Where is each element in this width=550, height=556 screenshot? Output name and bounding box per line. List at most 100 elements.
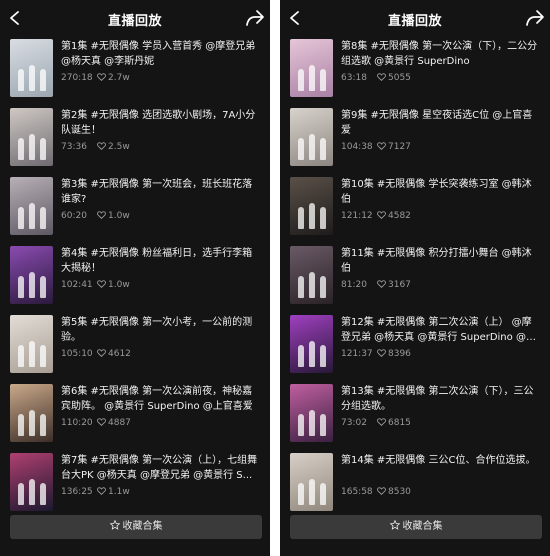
performer-figure [40,207,46,229]
episode-likes: 8396 [388,349,411,359]
performer-figure [320,414,326,436]
performer-figure [298,207,304,229]
performer-figure [309,65,315,91]
episode-thumbnail[interactable] [290,453,333,511]
episode-thumbnail[interactable] [290,246,333,304]
star-icon [389,520,400,530]
episode-meta: 102:41 1.0w [61,280,130,294]
performer-figure [320,483,326,505]
episode-meta: 121:37 8396 [341,349,411,363]
episode-thumbnail[interactable] [10,108,53,166]
collect-series-label: 收藏合集 [122,521,163,532]
performer-figure [18,483,24,505]
episode-item[interactable]: 第13集 #无限偶像 第二次公演（下），三公分组选歌。 73:02 6815 [290,384,540,442]
episode-item[interactable]: 第8集 #无限偶像 第一次公演（下），二公分组选歌 @黄景行 SuperDino… [290,39,540,97]
heart-icon [97,418,106,426]
episode-likes: 4887 [108,418,131,428]
episode-title: 第4集 #无限偶像 粉丝福利日，选手行李箱大揭秘！ [61,248,253,274]
episode-thumbnail[interactable] [10,246,53,304]
share-icon[interactable] [525,9,545,27]
page-title: 直播回放 [387,14,442,29]
episode-title: 第6集 #无限偶像 第一次公演前夜，神秘嘉宾助阵。 @黄景行 SuperDino… [61,386,253,412]
episode-duration: 270:18 [61,73,93,83]
performer-figure [298,138,304,160]
episode-duration: 165:58 [341,487,373,497]
heart-icon [97,211,106,219]
episode-meta: 73:36 2.5w [61,142,130,156]
performer-figure [309,341,315,367]
performer-figure [29,65,35,91]
collect-series-button[interactable]: 收藏合集 [290,515,542,539]
heart-icon [97,73,106,81]
episode-thumbnail[interactable] [10,39,53,97]
episode-item[interactable]: 第4集 #无限偶像 粉丝福利日，选手行李箱大揭秘！ 102:41 1.0w [10,246,260,304]
collect-series-label: 收藏合集 [402,521,443,532]
heart-icon [377,349,386,357]
episode-meta: 63:18 5055 [341,73,411,87]
episode-thumbnail[interactable] [10,384,53,442]
episode-item[interactable]: 第10集 #无限偶像 学长突袭练习室 @韩沐伯 121:12 4582 [290,177,540,235]
performer-figure [298,345,304,367]
episode-title: 第3集 #无限偶像 第一次班会，班长班花落谁家? [61,179,253,205]
episode-item[interactable]: 第14集 #无限偶像 三公C位、合作位选拔。 165:58 8530 [290,453,540,511]
episode-title: 第5集 #无限偶像 第一次小考，一公前的测验。 [61,317,253,343]
episode-thumbnail[interactable] [10,177,53,235]
episode-likes: 7127 [388,142,411,152]
heart-icon [97,142,106,150]
performer-figure [40,414,46,436]
performer-figure [18,69,24,91]
episode-meta: 110:20 4887 [61,418,131,432]
heart-icon [377,487,386,495]
header: 直播回放 [0,0,270,36]
episode-thumbnail[interactable] [290,108,333,166]
episode-item[interactable]: 第3集 #无限偶像 第一次班会，班长班花落谁家? 60:20 1.0w [10,177,260,235]
share-icon[interactable] [245,9,265,27]
episode-duration: 60:20 [61,211,87,221]
episode-likes: 4612 [108,349,131,359]
episode-likes: 3167 [388,280,411,290]
collect-series-button[interactable]: 收藏合集 [10,515,262,539]
episode-item[interactable]: 第6集 #无限偶像 第一次公演前夜，神秘嘉宾助阵。 @黄景行 SuperDino… [10,384,260,442]
episode-title: 第1集 #无限偶像 学员入营首秀 @摩登兄弟 @杨天真 @李斯丹妮 [61,41,256,67]
episode-title: 第12集 #无限偶像 第二次公演（上） @摩登兄弟 @杨天真 @黄景行 Supe… [341,317,532,343]
performer-figure [18,276,24,298]
performer-figure [29,134,35,160]
performer-figure [298,276,304,298]
episode-item[interactable]: 第7集 #无限偶像 第一次公演（上），七组舞台大PK @杨天真 @摩登兄弟 @黄… [10,453,260,511]
episode-item[interactable]: 第5集 #无限偶像 第一次小考，一公前的测验。 105:10 4612 [10,315,260,373]
heart-icon [97,349,106,357]
performer-figure [40,138,46,160]
performer-figure [298,414,304,436]
heart-icon [97,280,106,288]
episode-item[interactable]: 第2集 #无限偶像 选团选歌小剧场，7A小分队诞生！ 73:36 2.5w [10,108,260,166]
performer-figure [40,69,46,91]
performer-figure [298,483,304,505]
episode-duration: 81:20 [341,280,367,290]
episode-thumbnail[interactable] [290,384,333,442]
performer-figure [40,276,46,298]
episode-thumbnail[interactable] [10,453,53,511]
star-icon [109,520,120,530]
episode-thumbnail[interactable] [290,177,333,235]
episode-title: 第7集 #无限偶像 第一次公演（上），七组舞台大PK @杨天真 @摩登兄弟 @黄… [61,455,258,481]
header: 直播回放 [280,0,550,36]
performer-figure [18,207,24,229]
performer-figure [18,138,24,160]
episode-item[interactable]: 第12集 #无限偶像 第二次公演（上） @摩登兄弟 @杨天真 @黄景行 Supe… [290,315,540,373]
performer-figure [29,410,35,436]
performer-figure [309,203,315,229]
episode-likes: 2.7w [108,73,130,83]
episode-thumbnail[interactable] [290,315,333,373]
episode-likes: 1.1w [108,487,130,497]
heart-icon [377,211,386,219]
episode-likes: 1.0w [108,211,130,221]
episode-item[interactable]: 第1集 #无限偶像 学员入营首秀 @摩登兄弟 @杨天真 @李斯丹妮 270:18 2… [10,39,260,97]
performer-figure [40,345,46,367]
performer-figure [29,479,35,505]
episode-thumbnail[interactable] [10,315,53,373]
heart-icon [377,280,386,288]
episode-item[interactable]: 第9集 #无限偶像 星空夜话选C位 @上官喜爱 104:38 7127 [290,108,540,166]
episode-duration: 102:41 [61,280,93,290]
episode-thumbnail[interactable] [290,39,333,97]
episode-item[interactable]: 第11集 #无限偶像 积分打擂小舞台 @韩沐伯 81:20 3167 [290,246,540,304]
